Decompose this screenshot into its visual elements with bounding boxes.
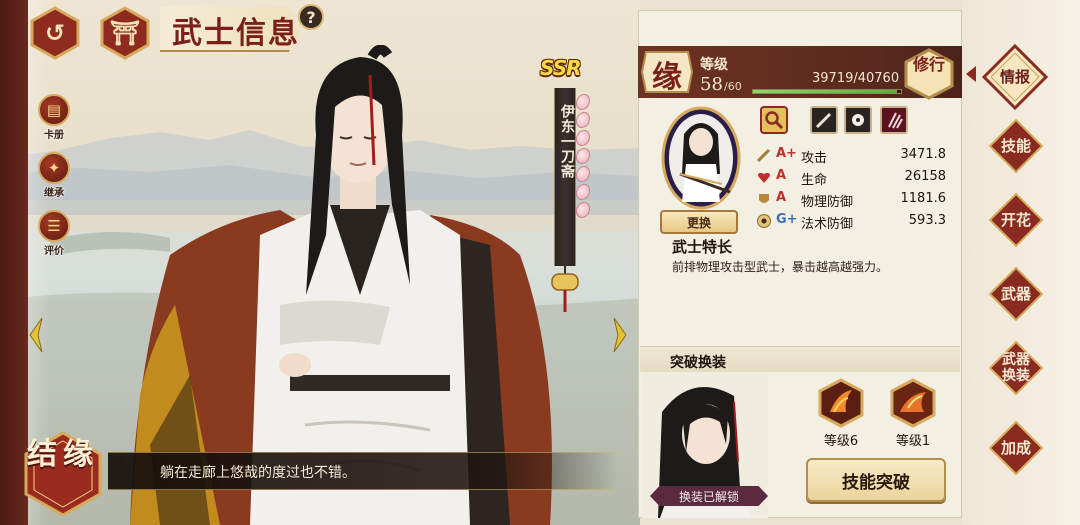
flame-slash-icon[interactable] bbox=[816, 378, 866, 428]
character-name: 伊东一刀斋 bbox=[559, 104, 575, 179]
card-book-button[interactable]: ▤ 卡册 bbox=[36, 94, 72, 141]
tab-info[interactable]: 情报 bbox=[982, 44, 1048, 110]
skill-breakthrough-button[interactable]: 技能突破 bbox=[806, 458, 946, 502]
stat-value: 1181.6 bbox=[900, 191, 947, 206]
magnifier-icon bbox=[765, 111, 784, 130]
tab-label: 加成 bbox=[1000, 438, 1031, 457]
claw-slash-icon bbox=[888, 112, 903, 129]
character-portrait[interactable] bbox=[660, 104, 742, 212]
yinyang-stat-icon bbox=[757, 214, 771, 228]
petal-icon bbox=[576, 166, 590, 182]
exp-progress-bar bbox=[752, 89, 902, 94]
back-button[interactable]: ↺ bbox=[28, 6, 82, 60]
bond-button-label: 结缘 bbox=[27, 437, 99, 472]
stat-name: 物理防御 bbox=[801, 195, 854, 210]
home-button[interactable]: ⛩ bbox=[98, 6, 152, 60]
tab-label: 开花 bbox=[1000, 210, 1031, 229]
torii-gate-icon: ⛩ bbox=[109, 19, 141, 47]
card-book-icon: ▤ bbox=[38, 94, 70, 126]
flower-skill-icon[interactable] bbox=[844, 106, 872, 134]
bond-button[interactable]: 结缘 bbox=[22, 430, 104, 518]
tab-label: 武器 bbox=[1000, 284, 1031, 303]
inherit-star-icon: ✦ bbox=[38, 152, 70, 184]
back-arrow-icon: ↺ bbox=[44, 19, 66, 47]
claw-skill-icon[interactable] bbox=[880, 106, 908, 134]
name-banner: 伊东一刀斋 bbox=[554, 88, 576, 266]
stat-name: 法术防御 bbox=[801, 217, 854, 232]
level-current: 58 bbox=[700, 74, 723, 95]
next-character-arrow-icon[interactable] bbox=[612, 316, 628, 354]
bloom-petals bbox=[576, 94, 594, 220]
petal-icon bbox=[576, 148, 590, 164]
inherit-label: 继承 bbox=[44, 188, 64, 199]
help-button[interactable]: ? bbox=[298, 4, 324, 30]
trait-description: 前排物理攻击型武士，暴击越高越强力。 bbox=[672, 260, 889, 274]
stat-row-magic-defense: G+ 法术防御 593.3 bbox=[756, 212, 952, 232]
stat-grade: G+ bbox=[776, 212, 798, 227]
petal-icon bbox=[576, 184, 590, 200]
tab-skills[interactable]: 技能 bbox=[988, 118, 1044, 174]
tab-label: 情报 bbox=[999, 67, 1030, 86]
breakthrough-title: 突破换装 bbox=[670, 355, 726, 371]
costume-unlocked-badge: 换装已解锁 bbox=[650, 486, 768, 506]
exp-value: 39719/40760 bbox=[812, 71, 900, 86]
heart-stat-icon bbox=[758, 172, 770, 183]
stat-value: 3471.8 bbox=[900, 147, 947, 162]
trait-title: 武士特长 bbox=[672, 238, 733, 256]
bond-level-badge: 缘 bbox=[640, 48, 694, 96]
stat-grade: A+ bbox=[776, 146, 797, 161]
level-label: 等级 bbox=[700, 57, 728, 73]
page-title: 武士信息 bbox=[172, 16, 300, 51]
skill-level: 等级1 bbox=[895, 434, 931, 449]
exp-progress-fill bbox=[753, 90, 898, 93]
petal-icon bbox=[576, 112, 590, 128]
tab-bonus[interactable]: 加成 bbox=[988, 420, 1044, 476]
stat-value: 593.3 bbox=[908, 213, 946, 228]
sword-icon bbox=[815, 112, 832, 129]
tab-label: 武器换装 bbox=[1002, 352, 1030, 384]
stat-value: 26158 bbox=[904, 169, 946, 184]
search-skill-icon[interactable] bbox=[760, 106, 788, 134]
sword-stat-icon bbox=[756, 148, 771, 163]
dialogue-box: 躺在走廊上悠哉的度过也不错。 bbox=[108, 452, 618, 490]
card-book-label: 卡册 bbox=[44, 130, 64, 141]
stat-row-physical-defense: A 物理防御 1181.6 bbox=[756, 190, 952, 210]
stat-grade: A bbox=[776, 168, 787, 183]
stat-row-attack: A+ 攻击 3471.8 bbox=[756, 146, 952, 166]
previous-character-arrow-icon[interactable] bbox=[28, 316, 44, 354]
training-button-label: 修行 bbox=[912, 55, 945, 74]
tab-bloom[interactable]: 开花 bbox=[988, 192, 1044, 248]
skill-level: 等级6 bbox=[823, 434, 859, 449]
banner-bell-ornament bbox=[551, 264, 579, 312]
inherit-button[interactable]: ✦ 继承 bbox=[36, 152, 72, 199]
armor-stat-icon bbox=[759, 194, 769, 203]
stat-name: 生命 bbox=[801, 173, 828, 188]
stat-name: 攻击 bbox=[801, 151, 828, 166]
flower-icon bbox=[852, 114, 864, 126]
change-portrait-button[interactable]: 更换 bbox=[660, 210, 738, 234]
level-max: /60 bbox=[724, 80, 742, 93]
rarity-badge: SSR bbox=[540, 56, 582, 80]
review-icon: ☰ bbox=[38, 210, 70, 242]
review-button[interactable]: ☰ 评价 bbox=[36, 210, 72, 257]
active-tab-pointer-icon bbox=[966, 66, 976, 82]
training-button[interactable]: 修行 bbox=[904, 48, 954, 100]
stat-row-hp: A 生命 26158 bbox=[756, 168, 952, 188]
review-label: 评价 bbox=[44, 246, 64, 257]
petal-icon bbox=[576, 202, 590, 218]
fire-wing-icon[interactable] bbox=[888, 378, 938, 428]
dialogue-text: 躺在走廊上悠哉的度过也不错。 bbox=[160, 465, 356, 481]
tab-weapon[interactable]: 武器 bbox=[988, 266, 1044, 322]
sword-skill-icon[interactable] bbox=[810, 106, 838, 134]
stat-grade: A bbox=[776, 190, 787, 205]
tab-label: 技能 bbox=[1000, 136, 1031, 155]
tab-weapon-costume[interactable]: 武器换装 bbox=[988, 340, 1044, 396]
petal-icon bbox=[576, 94, 590, 110]
petal-icon bbox=[576, 130, 590, 146]
bond-badge-text: 缘 bbox=[652, 60, 682, 95]
